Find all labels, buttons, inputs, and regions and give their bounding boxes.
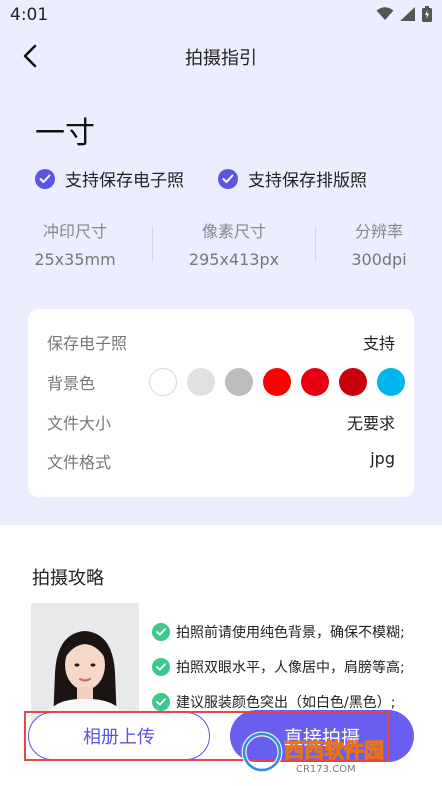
status-time: 4:01 bbox=[10, 5, 49, 25]
background-color-swatch[interactable] bbox=[301, 368, 329, 396]
support-list: 支持保存电子照 支持保存排版照 bbox=[35, 166, 367, 191]
spec-value: 295x413px bbox=[188, 250, 280, 269]
wifi-icon bbox=[376, 7, 394, 21]
detail-row-save-electronic: 保存电子照 支持 bbox=[47, 330, 395, 354]
status-bar: 4:01 bbox=[0, 0, 442, 30]
background-color-swatch[interactable] bbox=[225, 368, 253, 396]
check-icon bbox=[35, 168, 55, 189]
detail-value: jpg bbox=[370, 449, 395, 468]
detail-label: 背景色 bbox=[47, 374, 96, 393]
page-title: 拍摄指引 bbox=[185, 48, 257, 69]
detail-label: 保存电子照 bbox=[47, 334, 128, 353]
tip-item: 拍照前请使用纯色背景，确保不模糊; bbox=[152, 614, 405, 649]
detail-label: 文件大小 bbox=[47, 414, 112, 433]
specs-row: 冲印尺寸 25x35mm 像素尺寸 295x413px 分辨率 300dpi bbox=[0, 218, 442, 274]
watermark-logo: 西西软件园 CR173.COM bbox=[240, 728, 430, 778]
detail-label: 文件格式 bbox=[47, 453, 112, 472]
spec-value: 300dpi bbox=[351, 250, 407, 269]
photo-size-title: 一寸 bbox=[35, 116, 95, 151]
spec-resolution: 分辨率 300dpi bbox=[346, 218, 412, 269]
spec-value: 25x35mm bbox=[34, 250, 116, 269]
detail-value: 支持 bbox=[362, 334, 395, 353]
check-icon bbox=[218, 168, 238, 189]
check-icon bbox=[152, 622, 170, 641]
detail-value: 无要求 bbox=[346, 414, 395, 433]
watermark-brand-text: 西西软件园 bbox=[284, 738, 384, 762]
signal-icon bbox=[400, 7, 416, 21]
watermark-site-text: CR173.COM bbox=[296, 764, 356, 775]
spec-divider bbox=[152, 226, 153, 262]
background-color-swatch[interactable] bbox=[149, 368, 177, 396]
detail-row-background: 背景色 bbox=[47, 368, 405, 396]
support-item-layout: 支持保存排版照 bbox=[218, 166, 367, 191]
check-icon bbox=[152, 657, 170, 676]
support-item-electronic: 支持保存电子照 bbox=[35, 166, 184, 191]
battery-icon bbox=[422, 6, 432, 22]
background-color-swatch[interactable] bbox=[377, 368, 405, 396]
detail-row-file-format: 文件格式 jpg bbox=[47, 449, 395, 473]
tip-text: 拍照前请使用纯色背景，确保不模糊; bbox=[176, 624, 405, 641]
spec-label: 分辨率 bbox=[354, 222, 403, 241]
background-color-swatch[interactable] bbox=[187, 368, 215, 396]
guide-title: 拍摄攻略 bbox=[32, 568, 104, 589]
navigation-bar: 拍摄指引 bbox=[0, 36, 442, 76]
spec-divider bbox=[315, 226, 316, 262]
background-color-swatch[interactable] bbox=[263, 368, 291, 396]
status-icons bbox=[376, 6, 432, 22]
support-label: 支持保存排版照 bbox=[248, 171, 367, 191]
spec-label: 像素尺寸 bbox=[201, 222, 266, 241]
spec-print-size: 冲印尺寸 25x35mm bbox=[30, 218, 120, 269]
details-card: 保存电子照 支持 背景色 文件大小 无要求 文件格式 jpg bbox=[28, 309, 414, 497]
tip-item: 拍照双眼水平，人像居中，肩膀等高; bbox=[152, 649, 405, 684]
spec-label: 冲印尺寸 bbox=[42, 222, 107, 241]
detail-row-file-size: 文件大小 无要求 bbox=[47, 410, 395, 434]
background-color-swatches bbox=[148, 366, 414, 398]
shooting-guide-screen: 4:01 拍摄指引 一寸 支持保存电子照 支持保存排版照 冲印尺寸 25x35m… bbox=[0, 0, 442, 786]
tip-text: 拍照双眼水平，人像居中，肩膀等高; bbox=[176, 659, 405, 676]
support-label: 支持保存电子照 bbox=[65, 171, 184, 191]
background-color-swatch[interactable] bbox=[339, 368, 367, 396]
spec-pixel-size: 像素尺寸 295x413px bbox=[180, 218, 288, 269]
